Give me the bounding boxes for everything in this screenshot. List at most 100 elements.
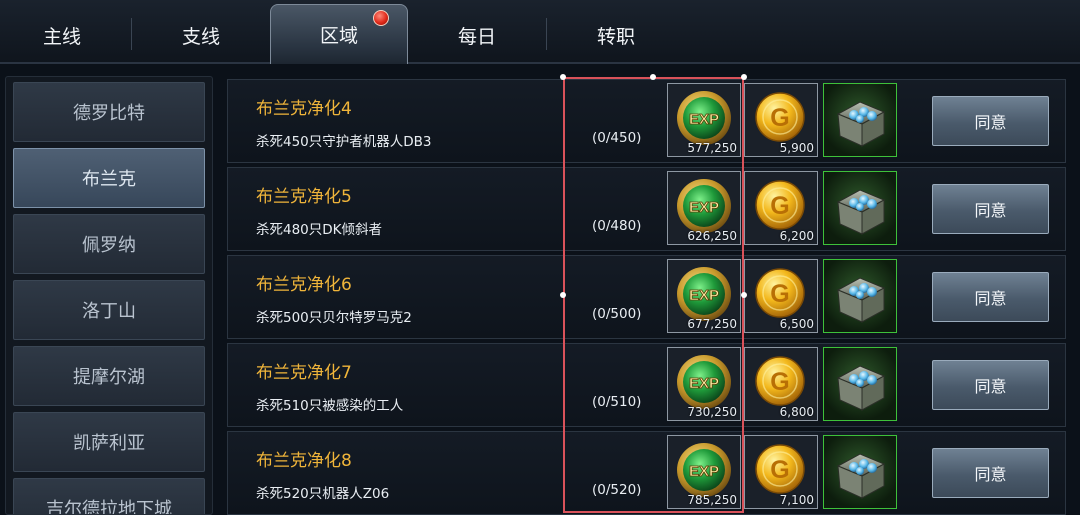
quest-description: 杀死500只贝尔特罗马克2	[256, 310, 412, 326]
quest-row: 布兰克净化5 杀死480只DK倾斜者 (0/480) EXP 626,250 G…	[227, 167, 1066, 251]
exp-reward[interactable]: EXP 626,250	[667, 171, 741, 245]
sidebar-item-label: 佩罗纳	[82, 235, 136, 256]
quest-title: 布兰克净化6	[256, 275, 352, 295]
svg-text:EXP: EXP	[689, 199, 719, 216]
exp-reward[interactable]: EXP 730,250	[667, 347, 741, 421]
accept-button[interactable]: 同意	[932, 184, 1049, 234]
tab-label: 转职	[596, 25, 635, 48]
treasure-chest-icon	[836, 101, 886, 147]
accept-button[interactable]: 同意	[932, 360, 1049, 410]
sidebar-item-label: 凯萨利亚	[73, 433, 145, 454]
quest-progress: (0/510)	[592, 394, 642, 410]
quest-row: 布兰克净化8 杀死520只机器人Z06 (0/520) EXP 785,250 …	[227, 431, 1066, 515]
svg-text:G: G	[770, 368, 789, 396]
gold-reward[interactable]: G 7,100	[744, 435, 818, 509]
tab-side[interactable]: 支线	[132, 8, 270, 62]
resize-handle[interactable]	[741, 74, 747, 80]
quest-row: 布兰克净化7 杀死510只被感染的工人 (0/510) EXP 730,250 …	[227, 343, 1066, 427]
treasure-chest-icon	[836, 189, 886, 235]
notification-dot-icon	[373, 10, 389, 26]
quest-progress: (0/480)	[592, 218, 642, 234]
accept-button-label: 同意	[974, 377, 1007, 396]
sidebar-item-timor-lake[interactable]: 提摩尔湖	[13, 346, 205, 406]
accept-button-label: 同意	[974, 289, 1007, 308]
quest-title: 布兰克净化8	[256, 451, 352, 471]
gold-amount: 7,100	[779, 493, 814, 507]
exp-amount: 677,250	[687, 317, 737, 331]
accept-button-label: 同意	[974, 201, 1007, 220]
treasure-chest-icon	[836, 277, 886, 323]
tab-label: 每日	[457, 25, 496, 48]
accept-button-label: 同意	[974, 465, 1007, 484]
tab-label: 区域	[319, 25, 358, 47]
gold-reward[interactable]: G 5,900	[744, 83, 818, 157]
gold-reward[interactable]: G 6,800	[744, 347, 818, 421]
exp-amount: 626,250	[687, 229, 737, 243]
quest-description: 杀死520只机器人Z06	[256, 486, 390, 502]
quest-row: 布兰克净化4 杀死450只守护者机器人DB3 (0/450) EXP 577,2…	[227, 79, 1066, 163]
sidebar-item-label: 提摩尔湖	[73, 367, 145, 388]
chest-reward[interactable]	[823, 435, 897, 509]
treasure-chest-icon	[836, 453, 886, 499]
sidebar-item-gildra-dungeon[interactable]: 吉尔德拉地下城	[13, 478, 205, 515]
tab-bar: 主线 支线 区域 每日 转职	[0, 0, 1080, 64]
sidebar-item-delobit[interactable]: 德罗比特	[13, 82, 205, 142]
resize-handle[interactable]	[560, 74, 566, 80]
svg-text:EXP: EXP	[689, 111, 719, 128]
exp-reward[interactable]: EXP 785,250	[667, 435, 741, 509]
resize-handle[interactable]	[560, 292, 566, 298]
accept-button[interactable]: 同意	[932, 96, 1049, 146]
gold-amount: 5,900	[779, 141, 814, 155]
tab-label: 支线	[181, 25, 220, 48]
resize-handle[interactable]	[650, 74, 656, 80]
accept-button[interactable]: 同意	[932, 448, 1049, 498]
quest-title: 布兰克净化5	[256, 187, 352, 207]
chest-reward[interactable]	[823, 259, 897, 333]
chest-reward[interactable]	[823, 171, 897, 245]
gold-amount: 6,200	[779, 229, 814, 243]
exp-reward[interactable]: EXP 677,250	[667, 259, 741, 333]
quest-title: 布兰克净化4	[256, 99, 352, 119]
tab-label: 主线	[42, 25, 81, 48]
chest-reward[interactable]	[823, 83, 897, 157]
exp-amount: 577,250	[687, 141, 737, 155]
svg-text:EXP: EXP	[689, 375, 719, 392]
tab-main[interactable]: 主线	[0, 8, 131, 62]
quest-progress: (0/450)	[592, 130, 642, 146]
sidebar-item-label: 吉尔德拉地下城	[46, 499, 172, 515]
quest-progress: (0/520)	[592, 482, 642, 498]
svg-text:EXP: EXP	[689, 463, 719, 480]
quest-title: 布兰克净化7	[256, 363, 352, 383]
exp-amount: 730,250	[687, 405, 737, 419]
tab-region[interactable]: 区域	[270, 4, 408, 64]
treasure-chest-icon	[836, 365, 886, 411]
sidebar-item-label: 洛丁山	[82, 301, 136, 322]
quest-description: 杀死510只被感染的工人	[256, 398, 404, 414]
svg-text:G: G	[770, 192, 789, 220]
svg-text:G: G	[770, 104, 789, 132]
sidebar-item-perona[interactable]: 佩罗纳	[13, 214, 205, 274]
gold-reward[interactable]: G 6,500	[744, 259, 818, 333]
sidebar-item-lodin-mountain[interactable]: 洛丁山	[13, 280, 205, 340]
exp-reward[interactable]: EXP 577,250	[667, 83, 741, 157]
tab-job-change[interactable]: 转职	[547, 8, 685, 62]
gold-reward[interactable]: G 6,200	[744, 171, 818, 245]
sidebar-item-label: 布兰克	[82, 169, 136, 190]
tab-daily[interactable]: 每日	[408, 8, 546, 62]
svg-text:G: G	[770, 280, 789, 308]
quest-progress: (0/500)	[592, 306, 642, 322]
quest-row: 布兰克净化6 杀死500只贝尔特罗马克2 (0/500) EXP 677,250…	[227, 255, 1066, 339]
exp-amount: 785,250	[687, 493, 737, 507]
gold-amount: 6,500	[779, 317, 814, 331]
region-sidebar[interactable]: 德罗比特 布兰克 佩罗纳 洛丁山 提摩尔湖 凯萨利亚 吉尔德拉地下城	[5, 76, 213, 515]
resize-handle[interactable]	[741, 292, 747, 298]
chest-reward[interactable]	[823, 347, 897, 421]
quest-description: 杀死450只守护者机器人DB3	[256, 134, 432, 150]
accept-button[interactable]: 同意	[932, 272, 1049, 322]
sidebar-item-label: 德罗比特	[73, 103, 145, 124]
sidebar-item-blank[interactable]: 布兰克	[13, 148, 205, 208]
quest-description: 杀死480只DK倾斜者	[256, 222, 383, 238]
svg-text:EXP: EXP	[689, 287, 719, 304]
sidebar-item-caesarea[interactable]: 凯萨利亚	[13, 412, 205, 472]
accept-button-label: 同意	[974, 113, 1007, 132]
